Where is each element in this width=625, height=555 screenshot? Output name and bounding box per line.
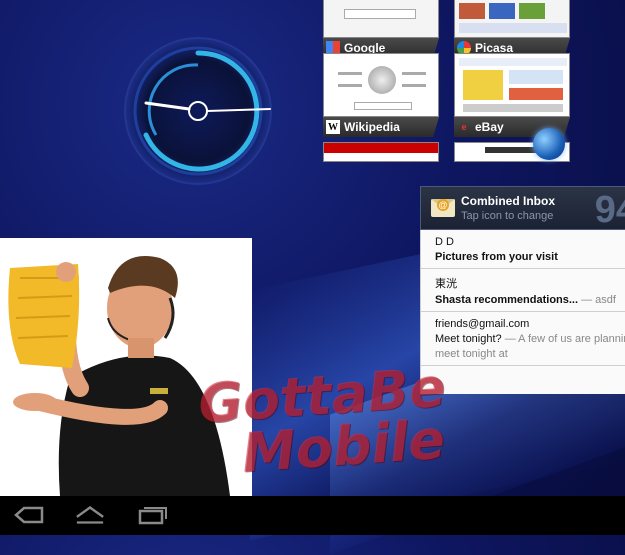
email-subject: Meet tonight?	[435, 333, 502, 345]
unread-count: 94	[594, 189, 625, 230]
email-widget-header[interactable]: @ Combined Inbox Tap icon to change 94	[420, 186, 625, 230]
email-snippet: — asdf	[578, 294, 616, 306]
email-subject: Pictures from your visit	[435, 251, 558, 263]
email-list[interactable]: D D Pictures from your visit 東洸 Shasta r…	[420, 230, 625, 394]
bookmark-google[interactable]: Google	[323, 0, 439, 58]
cnn-thumbnail	[323, 142, 439, 162]
bookmark-label: eBay	[475, 120, 504, 134]
email-sender: friends@gmail.com	[435, 318, 530, 330]
recent-apps-icon	[138, 507, 167, 525]
email-list-item[interactable]: 東洸 Shasta recommendations... — asdf	[421, 269, 625, 312]
recent-apps-button[interactable]	[138, 504, 168, 526]
email-widget[interactable]: @ Combined Inbox Tap icon to change 94 D…	[420, 186, 625, 394]
email-list-item[interactable]: D D Pictures from your visit	[421, 230, 625, 269]
email-widget-title: Combined Inbox	[461, 194, 555, 208]
back-button[interactable]	[14, 504, 44, 526]
bookmark-preview	[323, 0, 439, 38]
bookmark-preview	[454, 0, 570, 38]
bookmark-cnn[interactable]	[323, 142, 439, 162]
home-icon	[76, 506, 104, 524]
home-button[interactable]	[75, 504, 105, 526]
email-list-item[interactable]: friends@gmail.com Meet tonight? — A few …	[421, 312, 625, 366]
analog-clock-widget[interactable]	[122, 35, 274, 187]
bookmark-label: Wikipedia	[344, 120, 400, 134]
system-navigation-bar	[0, 496, 625, 535]
email-snippet-continued: meet tonight at	[435, 348, 508, 360]
watermark-logo: GottaBe Mobile	[196, 356, 451, 485]
ebay-icon: e	[461, 122, 467, 132]
email-widget-subtitle: Tap icon to change	[461, 210, 554, 222]
wikipedia-icon: W	[326, 120, 340, 134]
email-snippet: — A few of us are planning to	[504, 333, 625, 345]
bookmark-ebay[interactable]: e eBay	[454, 53, 570, 137]
bookmark-preview	[323, 53, 439, 117]
globe-icon[interactable]	[533, 128, 565, 160]
bookmark-preview	[454, 53, 570, 117]
email-envelope-icon[interactable]: @	[431, 199, 455, 217]
bookmark-wikipedia[interactable]: W Wikipedia	[323, 53, 439, 137]
back-icon	[14, 506, 44, 524]
email-sender: D D	[435, 236, 454, 248]
email-subject: Shasta recommendations...	[435, 294, 579, 306]
bookmark-picasa[interactable]: Picasa	[454, 0, 570, 58]
email-sender: 東洸	[435, 278, 457, 290]
